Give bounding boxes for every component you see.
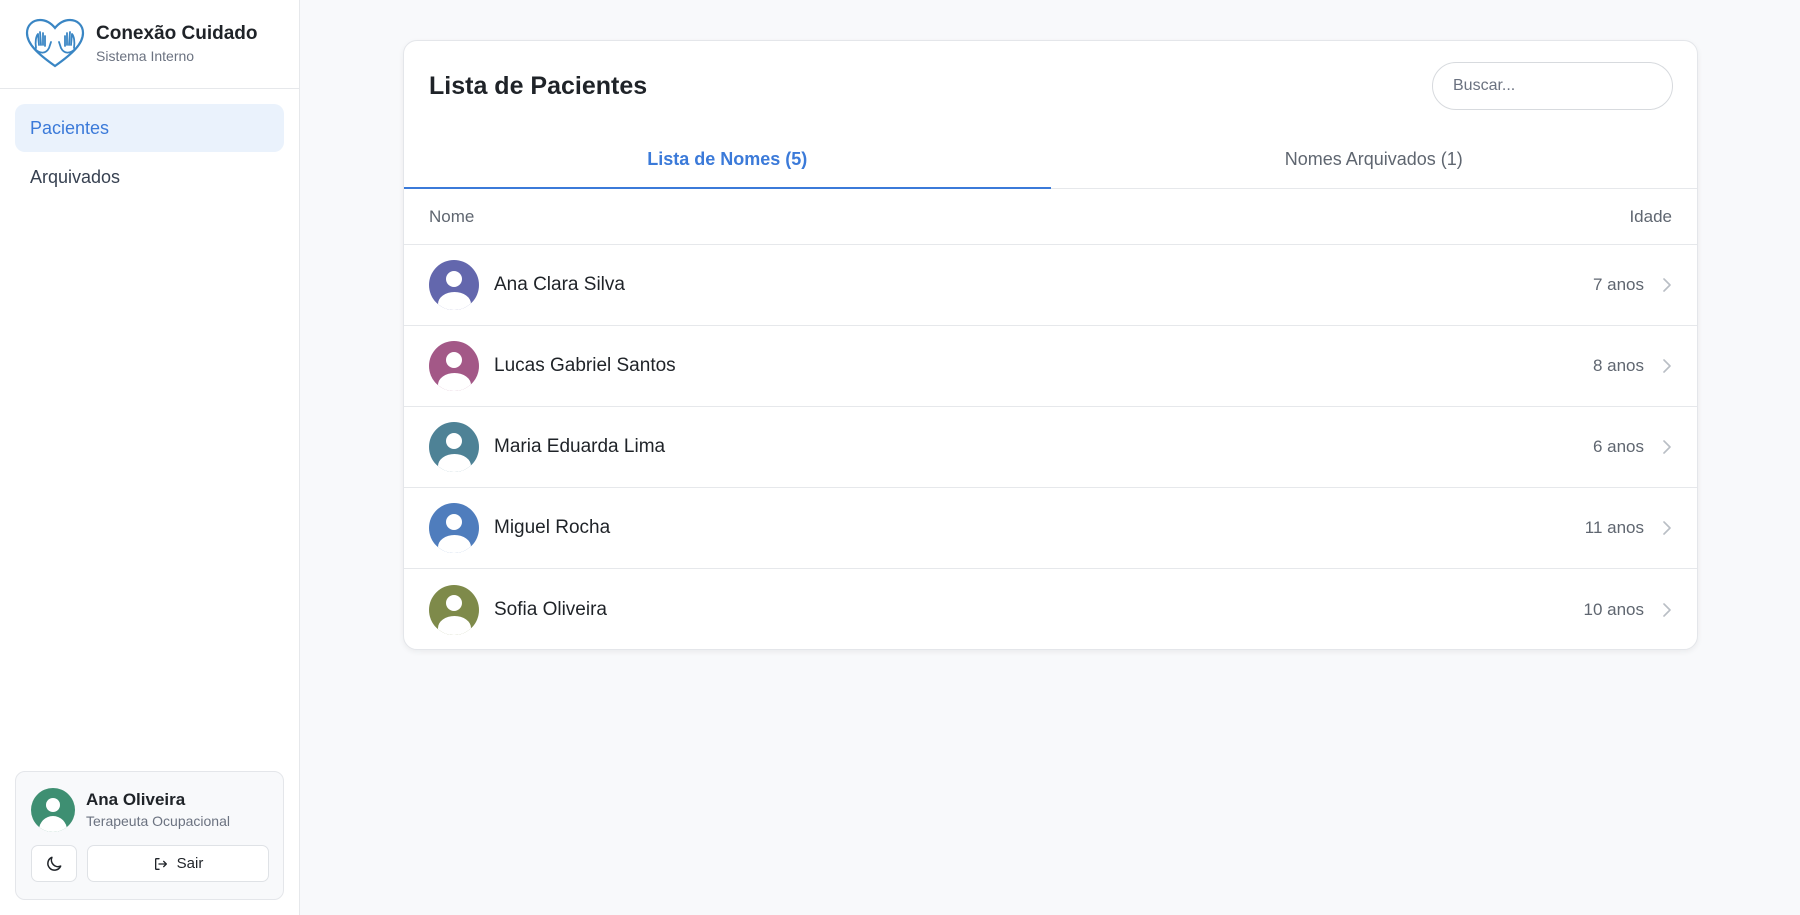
patient-age: 6 anos — [1592, 437, 1644, 456]
sidebar: Conexão Cuidado Sistema Interno Paciente… — [0, 0, 300, 915]
sidebar-nav: Pacientes Arquivados — [0, 89, 299, 217]
column-header-name[interactable]: Nome — [429, 207, 474, 227]
patient-list: Ana Clara Silva 7 anos Lucas Gabriel San… — [404, 245, 1697, 649]
patient-name: Ana Clara Silva — [494, 274, 625, 295]
user-avatar — [31, 788, 75, 832]
patient-age: 8 anos — [1592, 356, 1644, 375]
patient-age: 11 anos — [1584, 518, 1644, 537]
patient-age: 7 anos — [1592, 275, 1644, 294]
brand-title: Conexão Cuidado — [96, 23, 258, 44]
patient-row[interactable]: Lucas Gabriel Santos 8 anos — [404, 326, 1697, 407]
patient-name: Lucas Gabriel Santos — [494, 355, 676, 376]
patient-name: Maria Eduarda Lima — [494, 436, 666, 457]
search-input[interactable] — [1453, 77, 1660, 95]
user-card: Ana Oliveira Terapeuta Ocupacional Sair — [15, 771, 284, 900]
chevron-right-icon — [1663, 602, 1671, 617]
heart-hands-logo-icon — [25, 18, 85, 68]
patient-avatar — [429, 503, 479, 553]
chevron-right-icon — [1663, 521, 1671, 535]
logout-label: Sair — [176, 855, 204, 872]
brand: Conexão Cuidado Sistema Interno — [0, 0, 299, 89]
patient-avatar — [429, 422, 479, 472]
patient-avatar — [429, 584, 479, 635]
chevron-right-icon — [1663, 278, 1671, 292]
sidebar-item-pacientes[interactable]: Pacientes — [15, 104, 284, 152]
logout-icon — [154, 857, 167, 870]
tabs: Lista de Nomes (5) Nomes Arquivados (1) — [404, 131, 1697, 189]
patient-avatar — [429, 341, 479, 391]
patient-row[interactable]: Ana Clara Silva 7 anos — [404, 245, 1697, 326]
search-box — [1432, 62, 1673, 110]
tab-nomes-arquivados[interactable]: Nomes Arquivados (1) — [1051, 131, 1698, 188]
user-role: Terapeuta Ocupacional — [86, 813, 230, 829]
logout-button[interactable]: Sair — [87, 845, 269, 882]
page-title: Lista de Pacientes — [429, 72, 648, 100]
chevron-right-icon — [1663, 359, 1671, 373]
patient-name: Miguel Rocha — [494, 517, 611, 538]
patient-avatar — [429, 260, 479, 310]
brand-subtitle: Sistema Interno — [96, 48, 195, 64]
patient-row[interactable]: Maria Eduarda Lima 6 anos — [404, 407, 1697, 488]
patient-age: 10 anos — [1583, 599, 1645, 619]
moon-icon — [47, 856, 62, 871]
sidebar-item-arquivados[interactable]: Arquivados — [15, 153, 284, 201]
table-header: Nome Idade — [404, 189, 1697, 245]
tab-lista-de-nomes[interactable]: Lista de Nomes (5) — [404, 131, 1051, 189]
chevron-right-icon — [1663, 440, 1671, 454]
user-name: Ana Oliveira — [86, 790, 186, 809]
column-header-age[interactable]: Idade — [1629, 207, 1672, 227]
patients-card: Lista de Pacientes Lista de Nomes (5) No… — [403, 40, 1698, 650]
patient-name: Sofia Oliveira — [494, 598, 607, 620]
theme-toggle-button[interactable] — [31, 845, 77, 882]
patient-row[interactable]: Sofia Oliveira 10 anos — [404, 569, 1697, 649]
patient-row[interactable]: Miguel Rocha 11 anos — [404, 488, 1697, 569]
